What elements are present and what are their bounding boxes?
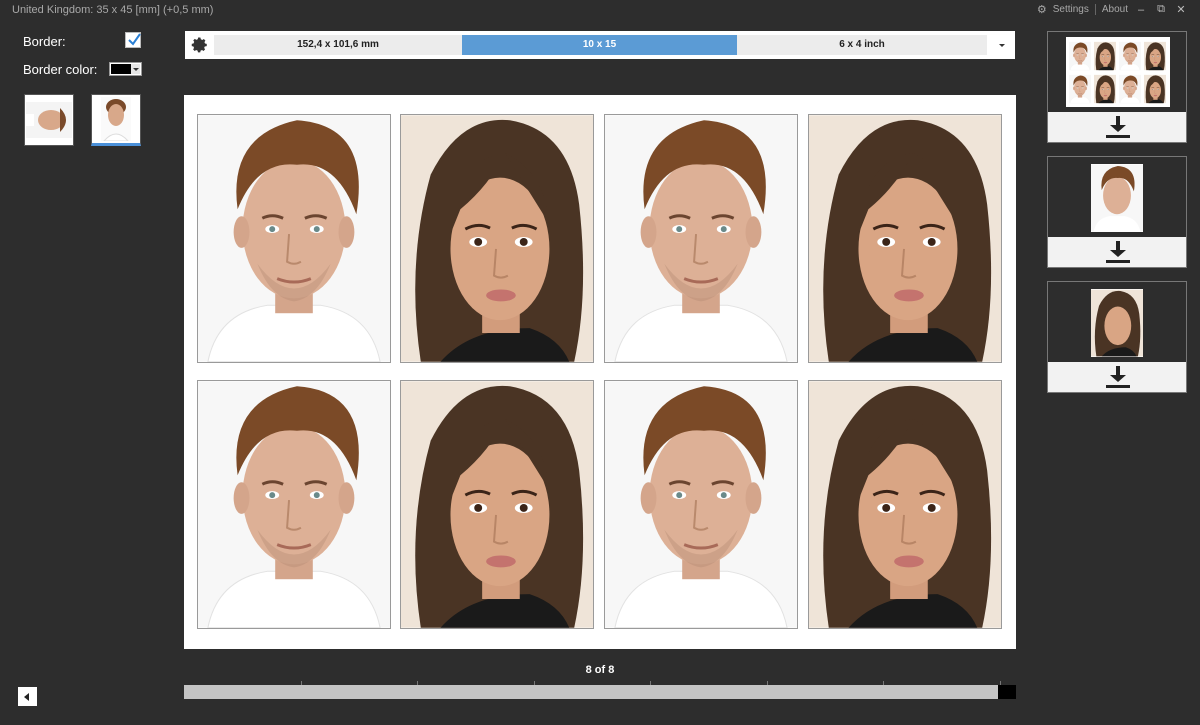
- sheet-photo-woman: [808, 380, 1002, 629]
- man-photo: [1091, 164, 1143, 232]
- mini-photo-man: [1069, 74, 1091, 104]
- sheet-photo-woman: [400, 114, 594, 363]
- scroll-tick: [999, 681, 1001, 685]
- man-thumbnail: [1048, 157, 1186, 237]
- gear-icon[interactable]: [191, 36, 209, 54]
- scroll-tick: [766, 681, 768, 685]
- size-option-mm[interactable]: 152,4 x 101,6 mm: [214, 35, 462, 55]
- download-icon: [1106, 366, 1130, 388]
- download-button-man[interactable]: [1048, 237, 1186, 267]
- landscape-face-thumb: [26, 102, 72, 138]
- chevron-down-icon[interactable]: [999, 44, 1005, 47]
- window-title: United Kingdom: 35 x 45 [mm] (+0,5 mm): [12, 4, 214, 16]
- sheet-thumbnail: [1048, 32, 1186, 112]
- mini-photo-man: [1119, 74, 1141, 104]
- mini-photo-man: [1069, 41, 1091, 71]
- woman-photo: [1091, 289, 1143, 357]
- download-button-woman[interactable]: [1048, 362, 1186, 392]
- minimize-button[interactable]: –: [1134, 4, 1148, 16]
- restore-button[interactable]: ⧉: [1154, 3, 1168, 16]
- collapse-panel-button[interactable]: [18, 687, 37, 706]
- mini-photo-woman: [1144, 74, 1166, 104]
- download-button-sheet[interactable]: [1048, 112, 1186, 142]
- woman-thumbnail: [1048, 282, 1186, 362]
- scroll-tick: [650, 681, 651, 685]
- layout-landscape-option[interactable]: [24, 94, 74, 146]
- settings-link[interactable]: Settings: [1053, 4, 1089, 15]
- output-card-single-woman[interactable]: [1047, 281, 1187, 393]
- sheet-photo-man: [197, 114, 391, 363]
- page-scrollbar[interactable]: [184, 681, 1016, 699]
- separator: [1094, 4, 1096, 15]
- mini-sheet: [1066, 37, 1170, 107]
- print-sheet-preview: [184, 95, 1016, 649]
- scroll-tick: [883, 681, 884, 685]
- mini-photo-woman: [1144, 41, 1166, 71]
- paper-size-selector: 152,4 x 101,6 mm 10 x 15 6 x 4 inch: [185, 31, 1015, 59]
- color-swatch: [111, 64, 131, 74]
- layout-portrait-option[interactable]: [91, 94, 141, 146]
- mini-photo-woman: [1094, 74, 1116, 104]
- size-option-inch[interactable]: 6 x 4 inch: [737, 35, 987, 55]
- window-controls: ⚙ Settings About – ⧉ ✕: [1037, 3, 1188, 16]
- settings-gear-icon[interactable]: ⚙: [1037, 3, 1047, 16]
- sheet-photo-man: [604, 114, 798, 363]
- close-button[interactable]: ✕: [1174, 3, 1188, 16]
- mini-photo-man: [1119, 41, 1141, 71]
- output-card-single-man[interactable]: [1047, 156, 1187, 268]
- portrait-face-thumb: [101, 97, 131, 141]
- scroll-tick: [533, 681, 535, 685]
- scrollbar-thumb[interactable]: [998, 685, 1016, 699]
- checkmark-icon: [128, 33, 141, 46]
- sheet-photo-man: [604, 380, 798, 629]
- chevron-down-icon: [131, 64, 140, 74]
- scroll-tick: [417, 681, 418, 685]
- download-icon: [1106, 116, 1130, 138]
- size-option-10x15[interactable]: 10 x 15: [462, 35, 737, 55]
- sheet-photo-man: [197, 380, 391, 629]
- sheet-photo-woman: [808, 114, 1002, 363]
- about-link[interactable]: About: [1102, 4, 1128, 15]
- mini-photo-woman: [1094, 41, 1116, 71]
- border-color-label: Border color:: [23, 62, 98, 77]
- output-card-sheet[interactable]: [1047, 31, 1187, 143]
- border-color-picker[interactable]: [109, 62, 142, 76]
- sheet-photo-woman: [400, 380, 594, 629]
- download-icon: [1106, 241, 1130, 263]
- border-checkbox[interactable]: [125, 32, 141, 48]
- scroll-tick: [300, 681, 302, 685]
- border-label: Border:: [23, 34, 66, 49]
- page-indicator: 8 of 8: [585, 664, 615, 676]
